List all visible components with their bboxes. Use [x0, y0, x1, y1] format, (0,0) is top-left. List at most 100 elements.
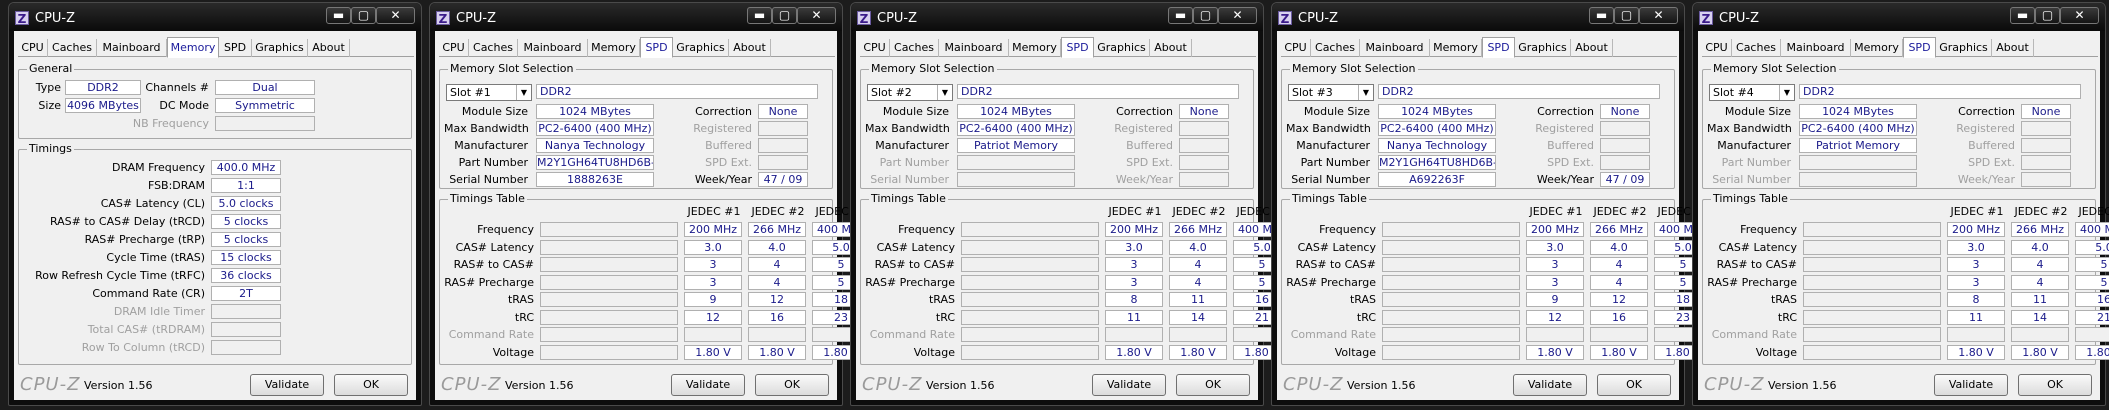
timing-row-blank [961, 257, 1099, 272]
tab-caches[interactable]: Caches [48, 39, 97, 57]
validate-button[interactable]: Validate [671, 374, 745, 396]
tab-memory[interactable]: Memory [167, 37, 219, 58]
max-bandwidth-value: PC2-6400 (400 MHz) [536, 121, 654, 136]
tab-cpu[interactable]: CPU [439, 39, 469, 57]
timing-row-blank [540, 239, 678, 255]
minimize-icon[interactable]: ▬ [2010, 7, 2035, 24]
title-bar[interactable]: Z CPU-Z ▬ ▢ ✕ [430, 3, 842, 31]
close-icon[interactable]: ✕ [797, 7, 836, 24]
title-bar[interactable]: Z CPU-Z ▬ ▢ ✕ [1272, 3, 1684, 31]
chevron-down-icon[interactable]: ▼ [516, 85, 531, 100]
tab-memory[interactable]: Memory [1430, 39, 1482, 57]
slot-select[interactable]: Slot #1 ▼ [446, 84, 532, 101]
tab-cpu[interactable]: CPU [18, 39, 48, 57]
part-number-label: Part Number [458, 156, 528, 169]
cpuz-app-icon: Z [436, 11, 450, 26]
tab-graphics[interactable]: Graphics [1094, 39, 1150, 57]
dc-mode-label: DC Mode [159, 99, 209, 112]
slot-select[interactable]: Slot #2 ▼ [867, 84, 953, 101]
maximize-icon[interactable]: ▢ [2035, 7, 2060, 24]
chevron-down-icon[interactable]: ▼ [937, 85, 952, 100]
slot-select[interactable]: Slot #4 ▼ [1709, 84, 1795, 101]
jedec-cell: 4.0 [748, 239, 806, 255]
buffered-value [1179, 138, 1229, 153]
tab-mainboard[interactable]: Mainboard [939, 39, 1009, 57]
close-icon[interactable]: ✕ [1639, 7, 1678, 24]
spd-ext-value [758, 155, 808, 170]
tab-mainboard[interactable]: Mainboard [1360, 39, 1430, 57]
close-icon[interactable]: ✕ [2060, 7, 2099, 24]
title-bar[interactable]: Z CPU-Z ▬ ▢ ✕ [1693, 3, 2105, 31]
tab-about[interactable]: About [1992, 39, 2034, 57]
maximize-icon[interactable]: ▢ [351, 7, 376, 24]
chevron-down-icon[interactable]: ▼ [1358, 85, 1373, 100]
ok-button[interactable]: OK [755, 374, 829, 396]
minimize-icon[interactable]: ▬ [747, 7, 772, 24]
jedec-cell: 266 MHz [748, 222, 806, 237]
jedec-cell: 9 [684, 292, 742, 307]
cpuz-window: Z CPU-Z ▬ ▢ ✕ CPU Caches Mainboard Memory SPD Grap… [429, 2, 870, 406]
tab-graphics[interactable]: Graphics [1515, 39, 1571, 57]
tab-mainboard[interactable]: Mainboard [518, 39, 588, 57]
tab-spd[interactable]: SPD [219, 39, 252, 57]
tab-mainboard[interactable]: Mainboard [97, 39, 167, 57]
part-number-value: M2Y1GH64TU8HD6B-AC [536, 155, 654, 170]
title-bar[interactable]: Z CPU-Z ▬ ▢ ✕ [851, 3, 1263, 31]
tab-cpu[interactable]: CPU [1702, 39, 1732, 57]
tab-graphics[interactable]: Graphics [673, 39, 729, 57]
max-bandwidth-label: Max Bandwidth [1286, 122, 1371, 135]
tab-spd[interactable]: SPD [1903, 37, 1936, 58]
maximize-icon[interactable]: ▢ [1193, 7, 1218, 24]
minimize-icon[interactable]: ▬ [326, 7, 351, 24]
maximize-icon[interactable]: ▢ [772, 7, 797, 24]
tab-cpu[interactable]: CPU [1281, 39, 1311, 57]
tab-memory[interactable]: Memory [588, 39, 640, 57]
timing-row-label: Voltage [492, 345, 534, 359]
tab-mainboard[interactable]: Mainboard [1781, 39, 1851, 57]
tab-caches[interactable]: Caches [1732, 39, 1781, 57]
close-icon[interactable]: ✕ [1218, 7, 1257, 24]
chevron-down-icon[interactable]: ▼ [1779, 85, 1794, 100]
tab-about[interactable]: About [729, 39, 771, 57]
tab-about[interactable]: About [308, 39, 350, 57]
tab-caches[interactable]: Caches [1311, 39, 1360, 57]
jedec-cell: 4.0 [1590, 239, 1648, 255]
ok-button[interactable]: OK [334, 374, 408, 396]
tab-caches[interactable]: Caches [890, 39, 939, 57]
ok-button[interactable]: OK [1176, 374, 1250, 396]
minimize-icon[interactable]: ▬ [1168, 7, 1193, 24]
jedec-cell [1105, 327, 1163, 342]
validate-button[interactable]: Validate [1092, 374, 1166, 396]
manufacturer-value: Patriot Memory [1799, 138, 1917, 153]
timing-row-blank [1382, 327, 1520, 342]
tab-about[interactable]: About [1150, 39, 1192, 57]
close-icon[interactable]: ✕ [376, 7, 415, 24]
tab-graphics[interactable]: Graphics [1936, 39, 1992, 57]
title-bar[interactable]: Z CPU-Z ▬ ▢ ✕ [9, 3, 421, 31]
validate-button[interactable]: Validate [1513, 374, 1587, 396]
tab-spd[interactable]: SPD [1061, 37, 1094, 58]
timing-row-blank [1803, 309, 1941, 325]
ok-button[interactable]: OK [1597, 374, 1671, 396]
tab-about[interactable]: About [1571, 39, 1613, 57]
jedec-cell: 1.80 V [2011, 344, 2069, 360]
tab-graphics[interactable]: Graphics [252, 39, 308, 57]
tab-spd[interactable]: SPD [1482, 37, 1515, 58]
tab-caches[interactable]: Caches [469, 39, 518, 57]
jedec-cell [2011, 327, 2069, 342]
slot-select[interactable]: Slot #3 ▼ [1288, 84, 1374, 101]
tab-spd[interactable]: SPD [640, 37, 673, 58]
minimize-icon[interactable]: ▬ [1589, 7, 1614, 24]
tab-cpu[interactable]: CPU [860, 39, 890, 57]
validate-button[interactable]: Validate [1934, 374, 2008, 396]
serial-number-value [1799, 172, 1917, 187]
ok-button[interactable]: OK [2018, 374, 2092, 396]
memory-slot-selection-title: Memory Slot Selection [1290, 62, 1418, 76]
timing-row-label: Voltage [1755, 345, 1797, 359]
tab-memory[interactable]: Memory [1851, 39, 1903, 57]
tab-memory[interactable]: Memory [1009, 39, 1061, 57]
timing-value: 5.0 clocks [211, 196, 281, 211]
maximize-icon[interactable]: ▢ [1614, 7, 1639, 24]
jedec-cell: 4 [1590, 274, 1648, 290]
validate-button[interactable]: Validate [250, 374, 324, 396]
